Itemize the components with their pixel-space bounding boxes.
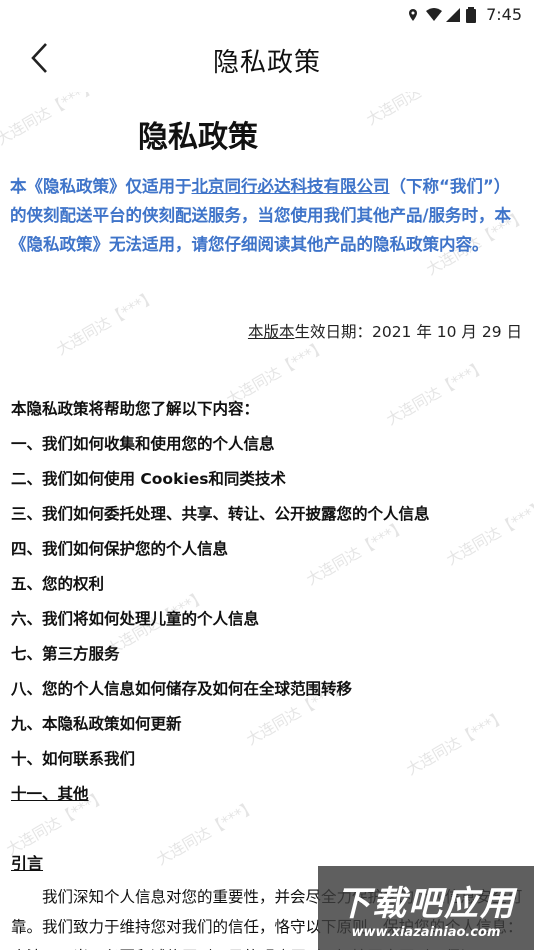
policy-content[interactable]: 大连同达【***】 大连同达【***】 大连同达【***】 大连同达【***】 … — [0, 92, 534, 950]
toc-item: 三、我们如何委托处理、共享、转让、公开披露您的个人信息 — [11, 505, 430, 523]
toc-item: 二、我们如何使用 Cookies和同类技术 — [11, 470, 286, 488]
site-logo-text: 下载吧应用 — [336, 884, 516, 924]
back-button[interactable] — [20, 38, 60, 78]
location-icon — [406, 7, 420, 21]
watermark: 大连同达【***】 — [0, 92, 100, 149]
page-title: 隐私政策 — [212, 47, 321, 78]
toc-item: 八、您的个人信息如何储存及如何在全球范围转移 — [11, 680, 353, 698]
toc-item: 一、我们如何收集和使用您的个人信息 — [11, 435, 275, 453]
table-of-contents: 本隐私政策将帮助您了解以下内容： 一、我们如何收集和使用您的个人信息 二、我们如… — [11, 392, 526, 812]
toc-item: 六、我们将如何处理儿童的个人信息 — [11, 610, 260, 628]
toc-item: 五、您的权利 — [11, 575, 105, 593]
toc-intro: 本隐私政策将帮助您了解以下内容： — [11, 400, 260, 418]
effective-date: 本版本生效日期：2021 年 10 月 29 日 — [248, 320, 522, 342]
toc-item: 四、我们如何保护您的个人信息 — [11, 540, 229, 558]
toc-item: 九、本隐私政策如何更新 — [11, 715, 182, 733]
section-title-intro: 引言 — [11, 854, 44, 873]
battery-icon — [466, 7, 480, 23]
intro-prefix: 本《隐私政策》仅适用于 — [10, 177, 192, 196]
site-logo-url: www.xiazainiao.com — [351, 925, 501, 940]
effective-prefix: 本版本 — [247, 323, 295, 341]
signal-icon — [446, 7, 461, 22]
chevron-left-icon — [31, 43, 47, 73]
toc-item: 十、如何联系我们 — [11, 750, 136, 768]
status-bar: 7:45 — [0, 0, 534, 28]
document-title: 隐私政策 — [138, 120, 258, 155]
status-time: 7:45 — [486, 4, 522, 24]
company-name: 北京同行必达科技有限公司 — [191, 177, 390, 196]
app-header: 隐私政策 — [0, 28, 534, 92]
toc-item: 七、第三方服务 — [11, 645, 120, 663]
intro-paragraph: 本《隐私政策》仅适用于北京同行必达科技有限公司（下称“我们”）的侠刻配送平台的侠… — [10, 172, 524, 259]
wifi-icon — [426, 7, 443, 21]
site-logo: 下载吧应用 www.xiazainiao.com — [318, 866, 534, 950]
toc-item: 十一、其他 — [11, 785, 89, 803]
effective-rest: 生效日期：2021 年 10 月 29 日 — [294, 323, 522, 341]
watermark: 大连同达【***】 — [363, 92, 470, 129]
watermark: 大连同达【***】 — [53, 287, 160, 359]
